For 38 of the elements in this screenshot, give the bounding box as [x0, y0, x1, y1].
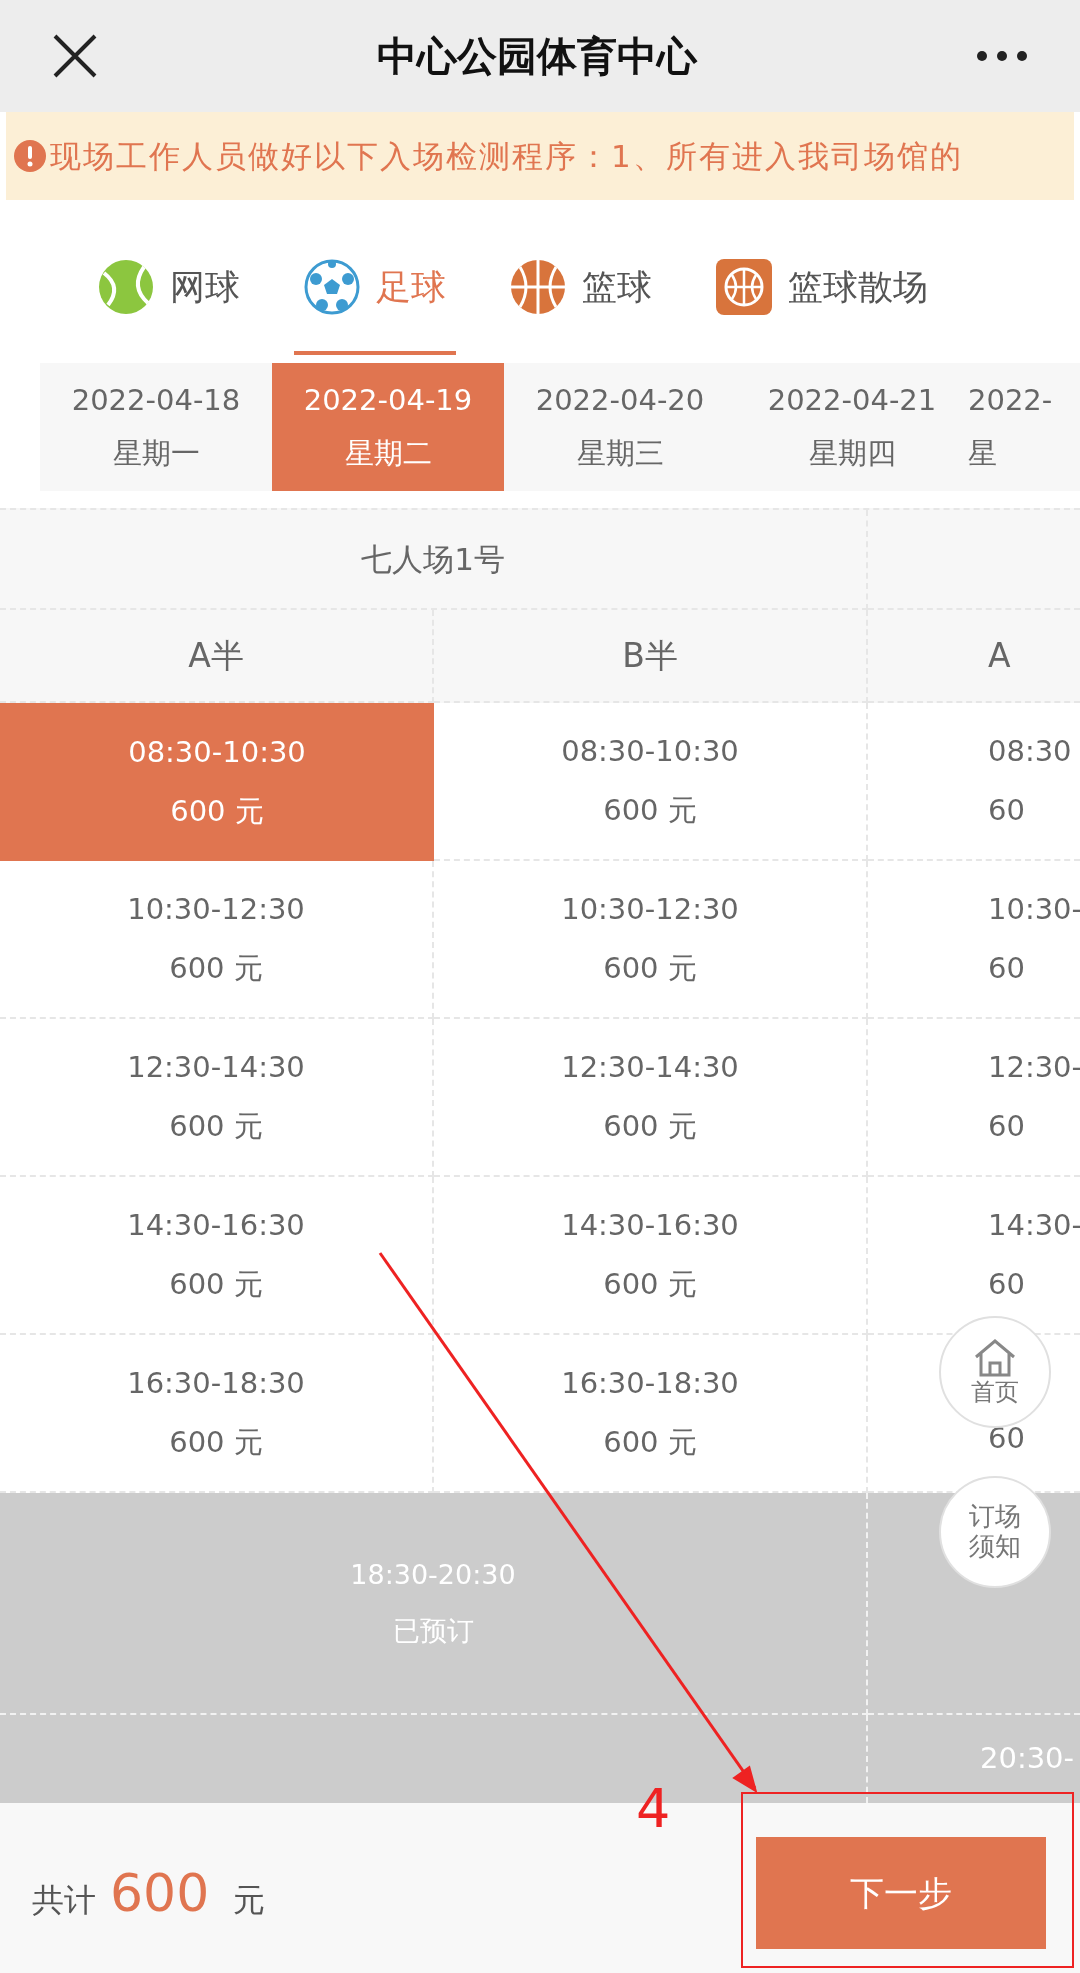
date-tab[interactable]: 2022-04-18 星期一 — [40, 363, 272, 491]
sport-tab[interactable]: 篮球散场 — [706, 233, 938, 355]
warning-icon — [14, 140, 46, 172]
time-slot[interactable]: 14:30-16:30 600 元 — [434, 1177, 868, 1335]
page-title: 中心公园体育中心 — [377, 32, 697, 81]
date-tab[interactable]: 2022-04-20 星期三 — [504, 363, 736, 491]
sport-tab[interactable]: 足球 — [294, 233, 456, 355]
more-icon[interactable] — [976, 50, 1028, 62]
sport-tab[interactable]: 篮球 — [500, 233, 662, 355]
date-tab[interactable]: 2022-04-21 星期四 — [736, 363, 968, 491]
time-slot[interactable]: 08:30-10:30 600 元 — [434, 703, 868, 861]
total-label: 共计 — [32, 1880, 96, 1921]
date-tab[interactable]: 2022-04-19 星期二 — [272, 363, 504, 491]
court-name: 七人场1号 — [0, 510, 868, 610]
soccer-ball-icon — [304, 259, 360, 315]
time-slot[interactable]: 14:30-16:30 600 元 — [0, 1177, 434, 1335]
time-slot[interactable]: 08:30 60 — [868, 703, 1080, 861]
basketball-icon — [716, 259, 772, 315]
time-slot[interactable]: 12:30-14:30 600 元 — [0, 1019, 434, 1177]
next-step-button[interactable]: 下一步 — [756, 1837, 1046, 1949]
time-slot[interactable]: 10:30- 60 — [868, 861, 1080, 1019]
time-slot[interactable]: 14:30- 60 — [868, 1177, 1080, 1335]
close-icon[interactable] — [52, 33, 98, 79]
time-slot[interactable]: 16:30-18:30 600 元 — [0, 1335, 434, 1493]
home-icon — [972, 1337, 1018, 1380]
time-slot[interactable]: 12:30- 60 — [868, 1019, 1080, 1177]
time-slot[interactable]: 08:30-10:30 600 元 — [0, 703, 434, 861]
sport-tab[interactable]: 网球 — [88, 233, 250, 355]
basketball-icon — [510, 259, 566, 315]
notice-text: 现场工作人员做好以下入场检测程序：1、所有进入我司场馆的 — [50, 136, 963, 176]
currency-unit: 元 — [233, 1880, 266, 1921]
step-number: 4 — [636, 1782, 671, 1836]
tennis-ball-icon — [98, 259, 154, 315]
time-slot[interactable]: 10:30-12:30 600 元 — [434, 861, 868, 1019]
time-slot[interactable]: 12:30-14:30 600 元 — [434, 1019, 868, 1177]
time-slot[interactable]: 16:30-18:30 600 元 — [434, 1335, 868, 1493]
total-amount: 600 — [110, 1862, 210, 1925]
time-slot[interactable]: 10:30-12:30 600 元 — [0, 861, 434, 1019]
